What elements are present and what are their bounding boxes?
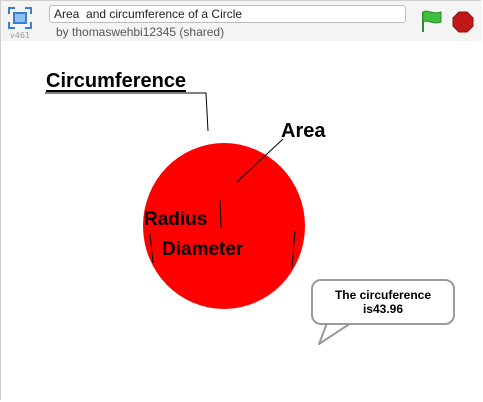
radius-label: Radius [144,209,208,230]
circumference-label: Circumference [46,70,187,92]
green-flag-icon [422,10,442,32]
stop-button[interactable] [452,11,474,33]
diameter-label: Diameter [162,239,244,260]
author-label: by thomaswehbi12345 (shared) [56,25,225,39]
player-toolbar: v461 by thomaswehbi12345 (shared) [1,1,482,42]
fullscreen-icon [8,7,32,29]
speech-bubble-line-1: The circuference [334,288,432,302]
stop-sign-icon [452,11,474,33]
speech-bubble-tail [318,322,352,345]
circumference-pointer-line [45,92,209,132]
speech-bubble-line-2: is43.96 [362,302,404,316]
area-label: Area [281,120,326,142]
green-flag-button[interactable] [419,9,443,33]
fullscreen-button[interactable] [8,7,32,29]
project-player: v461 by thomaswehbi12345 (shared) Circum… [0,0,482,401]
speech-bubble: The circuference is43.96 [311,279,455,325]
project-title-field[interactable] [49,5,406,23]
version-label: v461 [10,31,31,40]
stage[interactable]: Circumference Area Radius Diameter The c… [1,41,482,401]
stage-drawing [45,92,352,345]
